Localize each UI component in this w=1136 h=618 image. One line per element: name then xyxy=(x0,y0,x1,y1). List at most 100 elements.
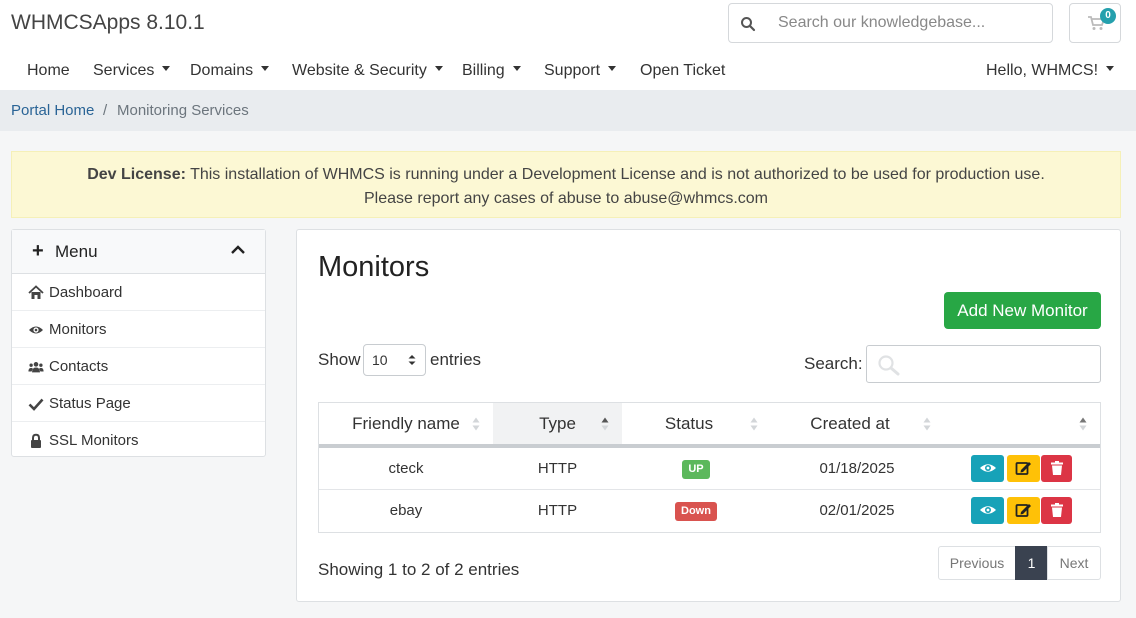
edit-icon xyxy=(1015,462,1031,475)
sidebar-item-label: SSL Monitors xyxy=(49,432,139,449)
cell-status: Down xyxy=(622,490,770,532)
sidebar-item-label: Contacts xyxy=(49,358,109,375)
sidebar-item-contacts[interactable]: Contacts xyxy=(12,348,265,385)
chevron-up-icon xyxy=(231,245,245,254)
alert-strong: Dev License: xyxy=(87,166,186,183)
column-header-actions[interactable] xyxy=(944,403,1100,444)
cell-status: UP xyxy=(622,448,770,490)
sort-both-icon xyxy=(750,417,758,431)
sort-asc-icon xyxy=(601,417,609,431)
sidebar-item-dashboard[interactable]: Dashboard xyxy=(12,274,265,311)
sort-both-icon xyxy=(472,417,480,431)
search-icon xyxy=(878,355,900,376)
cart-count-badge: 0 xyxy=(1100,8,1116,24)
lock-icon xyxy=(31,433,41,448)
caret-down-icon xyxy=(434,66,443,72)
view-monitor-button[interactable] xyxy=(971,497,1004,524)
cell-created-at: 01/18/2025 xyxy=(819,460,895,477)
nav-services[interactable]: Services xyxy=(93,62,171,80)
sidebar-item-label: Monitors xyxy=(49,321,107,338)
nav-open-ticket[interactable]: Open Ticket xyxy=(640,62,725,80)
view-monitor-button[interactable] xyxy=(971,455,1004,482)
cell-friendly-name: ebay xyxy=(389,502,423,519)
eye-icon xyxy=(980,464,996,472)
table-row: ebay HTTP Down 02/01/2025 xyxy=(319,490,1100,532)
entries-length-control: Show 10 entries xyxy=(318,344,481,376)
entries-select[interactable]: 10 xyxy=(363,344,426,376)
breadcrumb-current: Monitoring Services xyxy=(117,102,249,119)
sort-asc-icon xyxy=(1079,417,1087,431)
nav-domains[interactable]: Domains xyxy=(190,62,270,80)
entries-label: entries xyxy=(430,350,482,369)
sidebar-item-label: Status Page xyxy=(49,395,131,412)
cell-type: HTTP xyxy=(537,460,578,477)
sort-both-icon xyxy=(923,417,931,431)
nav-website-security[interactable]: Website & Security xyxy=(292,62,443,80)
delete-monitor-button[interactable] xyxy=(1041,455,1072,482)
status-badge: Down xyxy=(675,501,717,521)
top-bar: WHMCSApps 8.10.1 Search our knowledgebas… xyxy=(0,0,1136,90)
brand-logo[interactable]: WHMCSApps 8.10.1 xyxy=(11,11,205,35)
nav-support[interactable]: Support xyxy=(544,62,617,80)
monitors-table: Friendly name Type Status Created at cte… xyxy=(318,402,1101,533)
sidebar-item-status-page[interactable]: Status Page xyxy=(12,385,265,422)
caret-down-icon xyxy=(162,66,171,72)
breadcrumb-portal-home[interactable]: Portal Home xyxy=(11,102,94,119)
home-icon xyxy=(28,285,44,299)
status-badge: UP xyxy=(682,459,710,479)
breadcrumb: Portal Home / Monitoring Services xyxy=(0,90,1136,131)
alert-line-2: Please report any cases of abuse to abus… xyxy=(364,190,768,207)
delete-monitor-button[interactable] xyxy=(1041,497,1072,524)
pagination-next[interactable]: Next xyxy=(1047,546,1101,580)
dev-license-alert: Dev License: This installation of WHMCS … xyxy=(11,151,1121,218)
cart-button[interactable]: 0 xyxy=(1069,3,1121,43)
cell-created-at: 02/01/2025 xyxy=(819,502,895,519)
breadcrumb-separator: / xyxy=(103,102,108,119)
entries-select-value: 10 xyxy=(372,352,388,368)
user-menu[interactable]: Hello, WHMCS! xyxy=(986,62,1115,80)
eye-icon xyxy=(29,326,43,334)
column-header-type[interactable]: Type xyxy=(493,403,622,444)
add-new-monitor-button[interactable]: Add New Monitor xyxy=(944,292,1101,329)
cell-friendly-name: cteck xyxy=(388,460,424,477)
trash-icon xyxy=(1051,461,1063,475)
edit-monitor-button[interactable] xyxy=(1007,497,1040,524)
column-header-created-at[interactable]: Created at xyxy=(783,403,931,444)
nav-billing[interactable]: Billing xyxy=(462,62,521,80)
caret-down-icon xyxy=(1106,66,1115,72)
caret-down-icon xyxy=(608,66,617,72)
sidebar-item-monitors[interactable]: Monitors xyxy=(12,311,265,348)
table-search-label: Search: xyxy=(804,354,863,373)
trash-icon xyxy=(1051,503,1063,517)
cell-type: HTTP xyxy=(537,502,578,519)
select-arrows-icon xyxy=(408,355,416,365)
nav-home[interactable]: Home xyxy=(27,62,70,80)
edit-icon xyxy=(1015,504,1031,517)
column-header-status[interactable]: Status xyxy=(622,403,758,444)
knowledgebase-search-input[interactable]: Search our knowledgebase... xyxy=(728,3,1053,43)
pagination-page[interactable]: 1 xyxy=(1015,546,1048,580)
search-placeholder: Search our knowledgebase... xyxy=(778,14,986,31)
show-label: Show xyxy=(318,350,361,369)
pagination-previous[interactable]: Previous xyxy=(938,546,1016,580)
alert-line-1: Dev License: This installation of WHMCS … xyxy=(87,166,1045,183)
users-icon xyxy=(28,362,44,373)
sidebar-item-ssl-monitors[interactable]: SSL Monitors xyxy=(12,422,265,459)
monitors-panel: Monitors Add New Monitor Show 10 entries… xyxy=(296,229,1121,602)
eye-icon xyxy=(980,506,996,514)
sidebar-menu: + Menu Dashboard Monitors Contacts Statu… xyxy=(11,229,266,457)
search-icon xyxy=(741,17,756,32)
table-header: Friendly name Type Status Created at xyxy=(319,403,1100,448)
sidebar-title: Menu xyxy=(55,242,98,261)
table-search-input[interactable] xyxy=(866,345,1101,383)
edit-monitor-button[interactable] xyxy=(1007,455,1040,482)
check-icon xyxy=(28,398,44,411)
column-header-friendly-name[interactable]: Friendly name xyxy=(319,403,493,444)
plus-icon: + xyxy=(32,240,44,262)
caret-down-icon xyxy=(512,66,521,72)
sidebar-header[interactable]: + Menu xyxy=(12,230,265,274)
table-row: cteck HTTP UP 01/18/2025 xyxy=(319,448,1100,490)
caret-down-icon xyxy=(261,66,270,72)
sidebar-item-label: Dashboard xyxy=(49,284,123,301)
page-title: Monitors xyxy=(318,251,430,283)
